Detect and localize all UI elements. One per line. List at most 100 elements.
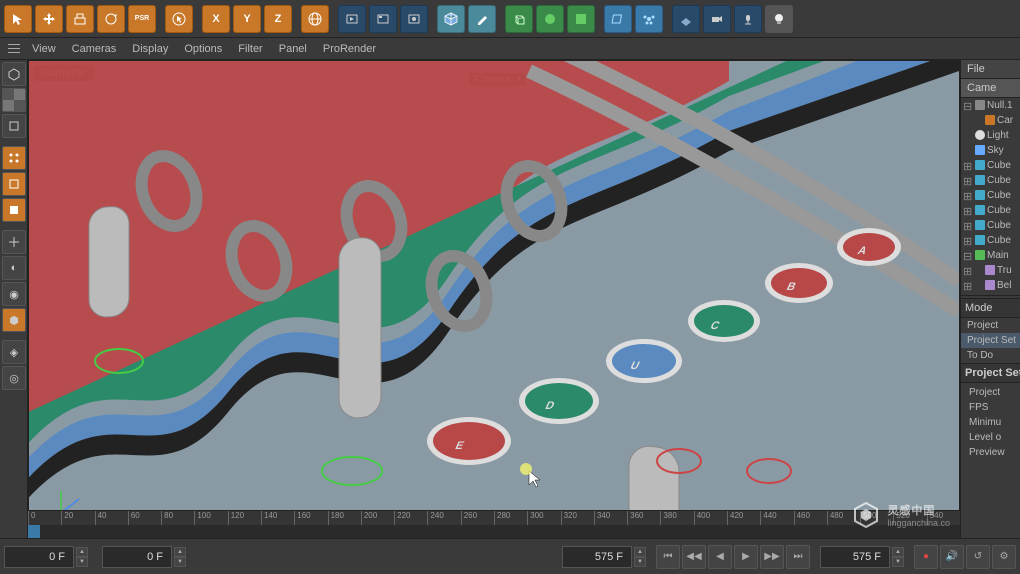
attribute-mode-list: ProjectProject SetTo Do bbox=[961, 318, 1020, 363]
object-item[interactable]: Light bbox=[961, 128, 1020, 143]
project-settings-list: ProjectFPSMinimuLevel oPreview bbox=[961, 383, 1020, 462]
bulb-object[interactable] bbox=[765, 5, 793, 33]
object-item[interactable]: Car bbox=[961, 113, 1020, 128]
viewport-3d[interactable]: Isometric Camera bbox=[28, 60, 960, 538]
bottom-bar: ▲▼ ▲▼ ▲▼ ⏮ ◀◀ ◀ ▶ ▶▶ ⏭ ▲▼ ● 🔊 ↺ ⚙ bbox=[0, 538, 1020, 574]
z-axis-toggle[interactable]: Z bbox=[264, 5, 292, 33]
menu-cameras[interactable]: Cameras bbox=[64, 41, 125, 57]
cloner-mograph[interactable] bbox=[635, 5, 663, 33]
attr-mode-item[interactable]: Project Set bbox=[961, 333, 1020, 348]
object-item[interactable]: ⊞Bel bbox=[961, 278, 1020, 293]
timeline-track[interactable] bbox=[28, 525, 960, 539]
timeline-tick: 320 bbox=[561, 511, 577, 525]
scale-tool[interactable] bbox=[66, 5, 94, 33]
timeline-tick: 540 bbox=[927, 511, 943, 525]
floor-object[interactable] bbox=[672, 5, 700, 33]
subdiv-generator[interactable] bbox=[536, 5, 564, 33]
move-tool[interactable] bbox=[35, 5, 63, 33]
camera-object[interactable] bbox=[703, 5, 731, 33]
array-generator[interactable] bbox=[505, 5, 533, 33]
scene-rendering: E D U C B A bbox=[29, 61, 959, 538]
timeline-tick: 500 bbox=[860, 511, 876, 525]
select-tool[interactable] bbox=[4, 5, 32, 33]
timeline-ruler[interactable]: 0204060801001201401601802002202402602803… bbox=[28, 511, 960, 525]
object-item[interactable]: ⊞Cube bbox=[961, 218, 1020, 233]
psr-tool[interactable]: PSR bbox=[128, 5, 156, 33]
rotate-tool[interactable] bbox=[97, 5, 125, 33]
autokey-button[interactable]: 🔊 bbox=[940, 545, 964, 569]
render-settings[interactable] bbox=[400, 5, 428, 33]
object-item[interactable]: ⊟Null.1 bbox=[961, 98, 1020, 113]
timeline-tick: 480 bbox=[827, 511, 843, 525]
object-item[interactable]: Sky bbox=[961, 143, 1020, 158]
render-picture[interactable] bbox=[369, 5, 397, 33]
range-end2-field[interactable] bbox=[820, 546, 890, 568]
object-item[interactable]: ⊞Tru bbox=[961, 263, 1020, 278]
texture-mode[interactable] bbox=[2, 88, 26, 112]
tab-file[interactable]: File bbox=[961, 60, 1020, 79]
viewport-config-icon[interactable] bbox=[4, 41, 24, 57]
soft-select[interactable]: ◎ bbox=[2, 366, 26, 390]
timeline-tick: 240 bbox=[427, 511, 443, 525]
point-mode[interactable] bbox=[2, 146, 26, 170]
locked-workplane[interactable]: ⬢ bbox=[2, 308, 26, 332]
x-axis-toggle[interactable]: X bbox=[202, 5, 230, 33]
settings-row[interactable]: Preview bbox=[965, 445, 1016, 460]
attr-mode-item[interactable]: To Do bbox=[961, 348, 1020, 363]
menu-panel[interactable]: Panel bbox=[271, 41, 315, 57]
enable-snap[interactable]: ◉ bbox=[2, 282, 26, 306]
range-end-field[interactable] bbox=[562, 546, 632, 568]
world-toggle[interactable] bbox=[301, 5, 329, 33]
play-back-button[interactable]: ◀ bbox=[708, 545, 732, 569]
live-select-tool[interactable] bbox=[165, 5, 193, 33]
mode-sidebar: ◐ ◉ ⬢ ◈ ◎ bbox=[0, 60, 28, 538]
bend-deformer[interactable] bbox=[604, 5, 632, 33]
tab-camera[interactable]: Came bbox=[961, 79, 1020, 98]
range-end-spinner[interactable]: ▲▼ bbox=[634, 547, 646, 567]
light-object[interactable] bbox=[734, 5, 762, 33]
record-button[interactable]: ● bbox=[914, 545, 938, 569]
object-item[interactable]: ⊞Cube bbox=[961, 188, 1020, 203]
goto-start-button[interactable]: ⏮ bbox=[656, 545, 680, 569]
current-frame-spinner[interactable]: ▲▼ bbox=[174, 547, 186, 567]
current-frame-field[interactable] bbox=[102, 546, 172, 568]
settings-row[interactable]: Project bbox=[965, 385, 1016, 400]
viewport-solo[interactable]: ◐ bbox=[2, 256, 26, 280]
menu-view[interactable]: View bbox=[24, 41, 64, 57]
menu-prorender[interactable]: ProRender bbox=[315, 41, 384, 57]
range-start-field[interactable] bbox=[4, 546, 74, 568]
settings-row[interactable]: Level o bbox=[965, 430, 1016, 445]
render-view[interactable] bbox=[338, 5, 366, 33]
menu-options[interactable]: Options bbox=[176, 41, 230, 57]
model-mode[interactable] bbox=[2, 62, 26, 86]
range-start-spinner[interactable]: ▲▼ bbox=[76, 547, 88, 567]
keyframe-button[interactable]: ↺ bbox=[966, 545, 990, 569]
play-forward-button[interactable]: ▶ bbox=[734, 545, 758, 569]
object-item[interactable]: ⊞Cube bbox=[961, 203, 1020, 218]
object-item[interactable]: ⊞Cube bbox=[961, 158, 1020, 173]
instance-generator[interactable] bbox=[567, 5, 595, 33]
animation-settings-button[interactable]: ⚙ bbox=[992, 545, 1016, 569]
edge-mode[interactable] bbox=[2, 172, 26, 196]
menu-display[interactable]: Display bbox=[124, 41, 176, 57]
spline-pen[interactable] bbox=[468, 5, 496, 33]
object-item[interactable]: ⊞Cube bbox=[961, 173, 1020, 188]
xray[interactable]: ◈ bbox=[2, 340, 26, 364]
timeline-tick: 420 bbox=[727, 511, 743, 525]
step-back-button[interactable]: ◀◀ bbox=[682, 545, 706, 569]
range-end2-spinner[interactable]: ▲▼ bbox=[892, 547, 904, 567]
attr-mode-item[interactable]: Project bbox=[961, 318, 1020, 333]
step-forward-button[interactable]: ▶▶ bbox=[760, 545, 784, 569]
workplane-mode[interactable] bbox=[2, 114, 26, 138]
timeline-playhead[interactable] bbox=[28, 525, 40, 539]
settings-row[interactable]: FPS bbox=[965, 400, 1016, 415]
object-item[interactable]: ⊞Cube bbox=[961, 233, 1020, 248]
enable-axis[interactable] bbox=[2, 230, 26, 254]
object-item[interactable]: ⊟Main bbox=[961, 248, 1020, 263]
y-axis-toggle[interactable]: Y bbox=[233, 5, 261, 33]
polygon-mode[interactable] bbox=[2, 198, 26, 222]
menu-filter[interactable]: Filter bbox=[230, 41, 270, 57]
settings-row[interactable]: Minimu bbox=[965, 415, 1016, 430]
cube-primitive[interactable] bbox=[437, 5, 465, 33]
goto-end-button[interactable]: ⏭ bbox=[786, 545, 810, 569]
